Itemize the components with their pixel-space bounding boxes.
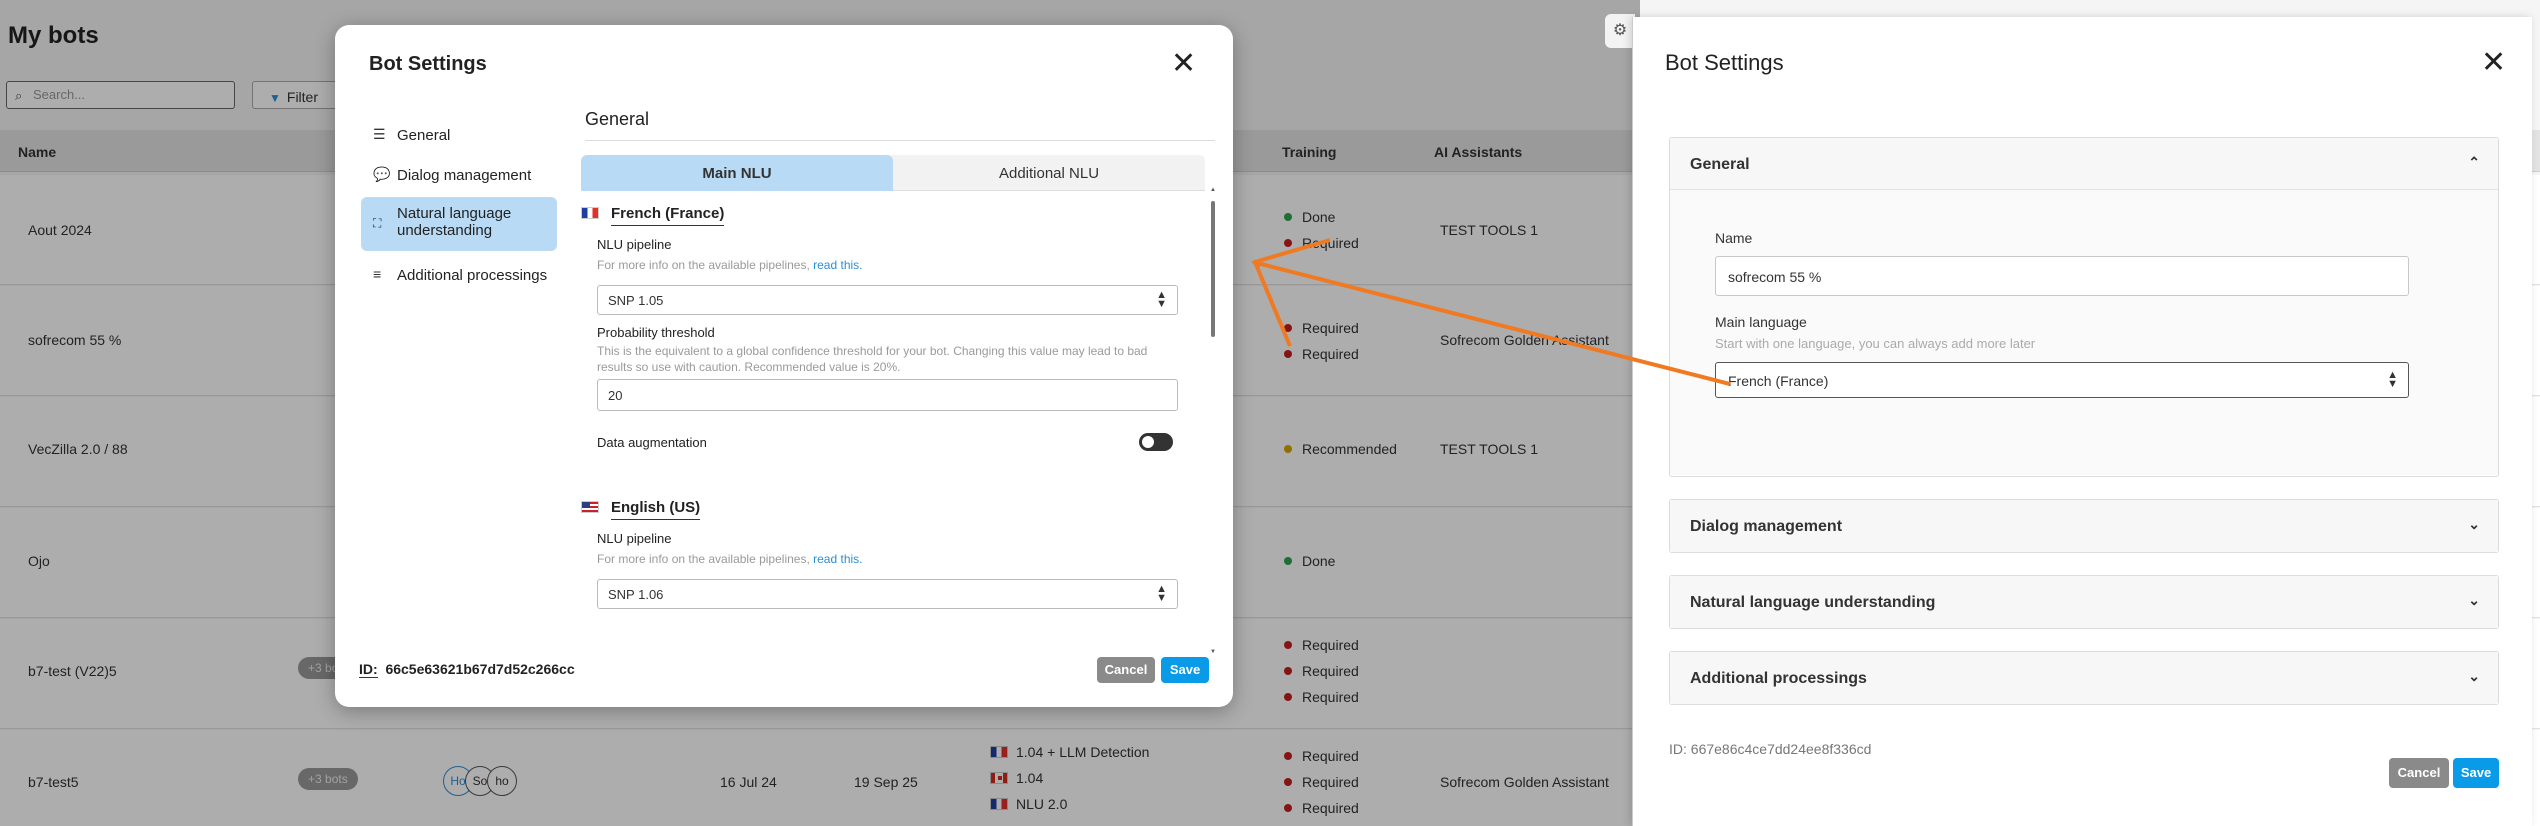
name-label: Name bbox=[1715, 230, 1753, 246]
close-icon[interactable]: ✕ bbox=[1171, 49, 1196, 79]
chevron-down-icon[interactable]: ⌄ bbox=[2468, 516, 2480, 533]
close-icon[interactable]: ✕ bbox=[2481, 48, 2506, 78]
probability-threshold-help: This is the equivalent to a global confi… bbox=[597, 344, 1148, 374]
data-augmentation-toggle[interactable] bbox=[1139, 433, 1173, 451]
accordion-nlu: Natural language understanding ⌄ bbox=[1669, 575, 2499, 629]
nav-label: Natural language understanding bbox=[397, 205, 512, 239]
nav-item-additional-processings[interactable]: ≡ Additional processings bbox=[361, 255, 557, 295]
nlu-pipeline-select[interactable]: SNP 1.05 ▲ ▼ bbox=[597, 285, 1178, 315]
bot-settings-modal: Bot Settings ✕ ☰ General 💬 Dialog manage… bbox=[335, 25, 1233, 707]
nlu-pipeline-help: For more info on the available pipelines… bbox=[597, 552, 863, 566]
chevron-up-icon[interactable]: ⌃ bbox=[2468, 154, 2480, 171]
bot-id: ID: 66c5e63621b67d7d52c266cc bbox=[359, 661, 575, 678]
nav-item-nlu[interactable]: ⛶ Natural language understanding bbox=[361, 197, 557, 251]
nlu-pipeline-select[interactable]: SNP 1.06 ▲ ▼ bbox=[597, 579, 1178, 609]
main-language-help: Start with one language, you can always … bbox=[1715, 336, 2036, 351]
select-arrows-icon: ▲ ▼ bbox=[1156, 289, 1167, 310]
cancel-button[interactable]: Cancel bbox=[2389, 758, 2449, 788]
chat-icon: 💬 bbox=[373, 166, 391, 182]
accordion-header-dialog-management[interactable]: Dialog management ⌄ bbox=[1670, 500, 2498, 552]
scroll-up-icon[interactable]: ▲ bbox=[1210, 187, 1216, 193]
panel-title: Bot Settings bbox=[1665, 50, 1784, 75]
nav-label: General bbox=[397, 127, 451, 144]
tab-main-nlu[interactable]: Main NLU bbox=[581, 155, 893, 191]
chevron-down-icon[interactable]: ⌄ bbox=[2468, 592, 2480, 609]
nlu-icon: ⛶ bbox=[373, 216, 382, 230]
probability-threshold-label: Probability threshold bbox=[597, 325, 715, 340]
list-icon: ☰ bbox=[373, 126, 386, 142]
read-this-link[interactable]: read this. bbox=[813, 258, 862, 272]
nav-label: Dialog management bbox=[397, 167, 532, 184]
main-language-select[interactable]: French (France) ▲ ▼ bbox=[1715, 362, 2409, 398]
scrollbar[interactable]: ▲ ▼ bbox=[1209, 187, 1217, 655]
flag-icon bbox=[581, 207, 599, 219]
scrollbar-thumb[interactable] bbox=[1211, 201, 1215, 337]
nlu-pipeline-help: For more info on the available pipelines… bbox=[597, 258, 863, 272]
cancel-button[interactable]: Cancel bbox=[1097, 657, 1155, 683]
chevron-down-icon[interactable]: ⌄ bbox=[2468, 668, 2480, 685]
accordion-header-nlu[interactable]: Natural language understanding ⌄ bbox=[1670, 576, 2498, 628]
settings-nav: ☰ General 💬 Dialog management ⛶ Natural … bbox=[361, 115, 557, 295]
accordion-body-general: Name sofrecom 55 % Main language Start w… bbox=[1670, 190, 2498, 475]
nav-label: Additional processings bbox=[397, 267, 548, 284]
nav-item-dialog-management[interactable]: 💬 Dialog management bbox=[361, 155, 557, 195]
nlu-pipeline-label: NLU pipeline bbox=[597, 237, 672, 252]
main-language-label: Main language bbox=[1715, 314, 1807, 330]
data-augmentation-label: Data augmentation bbox=[597, 435, 707, 450]
language-heading: English (US) bbox=[581, 499, 701, 520]
nlu-pipeline-label: NLU pipeline bbox=[597, 531, 672, 546]
language-heading: French (France) bbox=[581, 205, 725, 226]
select-arrows-icon: ▲ ▼ bbox=[1156, 583, 1167, 604]
settings-lines-icon: ≡ bbox=[373, 266, 382, 282]
section-heading: General bbox=[585, 109, 1215, 141]
accordion-additional-processings: Additional processings ⌄ bbox=[1669, 651, 2499, 705]
nlu-tabs: Main NLU Additional NLU bbox=[581, 155, 1205, 191]
nlu-settings-panel: French (France) NLU pipeline For more in… bbox=[581, 193, 1205, 651]
select-arrows-icon: ▲ ▼ bbox=[2387, 369, 2398, 390]
bot-id: ID: 667e86c4ce7dd24ee8f336cd bbox=[1669, 741, 1872, 757]
scroll-down-icon[interactable]: ▼ bbox=[1210, 649, 1216, 655]
accordion-general: General ⌃ Name sofrecom 55 % Main langua… bbox=[1669, 137, 2499, 477]
name-input[interactable]: sofrecom 55 % bbox=[1715, 256, 2409, 296]
accordion-header-general[interactable]: General ⌃ bbox=[1670, 138, 2498, 190]
nav-item-general[interactable]: ☰ General bbox=[361, 115, 557, 155]
accordion-dialog-management: Dialog management ⌄ bbox=[1669, 499, 2499, 553]
save-button[interactable]: Save bbox=[2453, 758, 2499, 788]
bot-settings-panel: Bot Settings ✕ General ⌃ Name sofrecom 5… bbox=[1632, 17, 2532, 826]
flag-icon bbox=[581, 501, 599, 513]
accordion-header-additional-processings[interactable]: Additional processings ⌄ bbox=[1670, 652, 2498, 704]
modal-title: Bot Settings bbox=[369, 53, 487, 75]
probability-threshold-input[interactable]: 20 bbox=[597, 379, 1178, 411]
gear-icon[interactable]: ⚙ bbox=[1605, 14, 1635, 48]
save-button[interactable]: Save bbox=[1161, 657, 1209, 683]
tab-additional-nlu[interactable]: Additional NLU bbox=[893, 155, 1205, 191]
read-this-link[interactable]: read this. bbox=[813, 552, 862, 566]
